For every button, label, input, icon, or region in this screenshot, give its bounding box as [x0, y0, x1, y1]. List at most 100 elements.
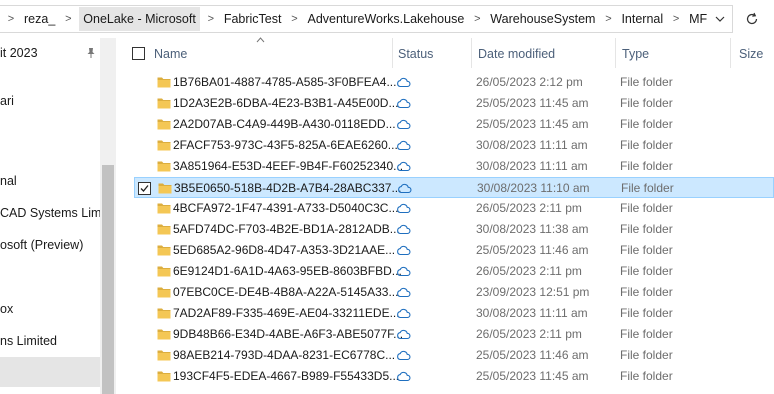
breadcrumb-item[interactable]: Internal	[619, 12, 665, 26]
chevron-down-icon	[715, 16, 725, 22]
file-row[interactable]: 6E9124D1-6A1D-4A63-95EB-8603BFBD... 26/0…	[134, 261, 774, 282]
breadcrumb[interactable]: > reza_ > OneLake - Microsoft > FabricTe…	[0, 5, 733, 33]
file-row[interactable]: 4BCFA972-1F47-4391-A733-D5040C3C... 26/0…	[134, 198, 774, 219]
date-modified: 30/08/2023 11:11 am	[476, 138, 588, 152]
date-modified: 25/05/2023 11:45 am	[476, 117, 589, 131]
file-row[interactable]: 1B76BA01-4887-4785-A585-3F0BFEA4... 26/0…	[134, 72, 774, 93]
file-type: File folder	[621, 181, 674, 195]
folder-icon	[157, 77, 171, 88]
file-name[interactable]: 1D2A3E2B-6DBA-4E23-B3B1-A45E00D...	[173, 96, 398, 110]
file-name[interactable]: 7AD2AF89-F335-469E-AE04-33211EDE...	[173, 306, 400, 320]
file-row[interactable]: 5AFD74DC-F703-4B2E-BD1A-2812ADB... 30/08…	[134, 219, 774, 240]
folder-icon	[157, 224, 171, 235]
refresh-icon	[746, 12, 758, 25]
file-name[interactable]: 07EBC0CE-DE4B-4B8A-A22A-5145A33...	[173, 285, 398, 299]
file-type: File folder	[620, 369, 673, 383]
breadcrumb-segments: > reza_ > OneLake - Microsoft > FabricTe…	[0, 6, 709, 32]
cloud-icon	[397, 77, 411, 88]
chevron-right-icon: >	[65, 13, 72, 25]
cloud-icon	[397, 287, 411, 298]
file-row[interactable]: 2A2D07AB-C4A9-449B-A430-0118EDD... 25/05…	[134, 114, 774, 135]
file-type: File folder	[620, 306, 673, 320]
file-name[interactable]: 1B76BA01-4887-4785-A585-3F0BFEA4...	[173, 75, 396, 89]
file-type: File folder	[620, 264, 673, 278]
nav-item[interactable]: it 2023	[0, 46, 38, 60]
column-header: Name Status Date modified Type Size	[116, 38, 774, 68]
column-type[interactable]: Type	[622, 47, 649, 61]
row-checkbox[interactable]	[138, 182, 151, 195]
file-row[interactable]: 3A851964-E53D-4EEF-9B4F-F60252340... 30/…	[134, 156, 774, 177]
breadcrumb-item[interactable]: reza_	[22, 12, 57, 26]
column-divider[interactable]	[392, 38, 393, 68]
cloud-icon	[397, 119, 411, 130]
folder-icon	[157, 161, 171, 172]
sidebar-scrollbar-thumb[interactable]	[102, 165, 114, 394]
breadcrumb-item[interactable]: WarehouseSystem	[488, 12, 597, 26]
file-row[interactable]: 07EBC0CE-DE4B-4B8A-A22A-5145A33... 23/09…	[134, 282, 774, 303]
nav-item[interactable]: osoft (Preview)	[0, 238, 83, 252]
nav-item-selected[interactable]	[0, 357, 100, 387]
cloud-icon	[397, 140, 411, 151]
file-name[interactable]: 3B5E0650-518B-4D2B-A7B4-28ABC337...	[174, 181, 401, 195]
breadcrumb-item[interactable]: OneLake - Microsoft	[79, 7, 200, 31]
chevron-right-icon: >	[207, 13, 215, 25]
file-row[interactable]: 5ED685A2-96D8-4D47-A353-3D21AAE... 25/05…	[134, 240, 774, 261]
column-status[interactable]: Status	[398, 47, 433, 61]
file-row[interactable]: 9DB48B66-E34D-4ABE-A6F3-ABE5077F... 26/0…	[134, 324, 774, 345]
navigation-pane: it 2023 ari nal CAD Systems Limit osoft …	[0, 38, 116, 394]
column-divider[interactable]	[615, 38, 616, 68]
file-row[interactable]: 193CF4F5-EDEA-4667-B989-F55433D5... 25/0…	[134, 366, 774, 387]
column-size[interactable]: Size	[739, 47, 763, 61]
file-type: File folder	[620, 285, 673, 299]
address-history-button[interactable]	[707, 5, 733, 33]
cloud-icon	[397, 245, 411, 256]
file-name[interactable]: 98AEB214-793D-4DAA-8231-EC6778C...	[173, 348, 395, 362]
file-name[interactable]: 3A851964-E53D-4EEF-9B4F-F60252340...	[173, 159, 403, 173]
file-name[interactable]: 6E9124D1-6A1D-4A63-95EB-8603BFBD...	[173, 264, 402, 278]
date-modified: 30/08/2023 11:11 am	[476, 159, 588, 173]
date-modified: 30/08/2023 11:11 am	[476, 306, 588, 320]
folder-icon	[158, 183, 172, 194]
pin-icon[interactable]	[86, 47, 96, 59]
address-bar: > reza_ > OneLake - Microsoft > FabricTe…	[0, 0, 774, 38]
file-type: File folder	[620, 201, 673, 215]
file-name[interactable]: 4BCFA972-1F47-4391-A733-D5040C3C...	[173, 201, 398, 215]
breadcrumb-item[interactable]: MF	[687, 12, 709, 26]
file-row[interactable]: 1D2A3E2B-6DBA-4E23-B3B1-A45E00D... 25/05…	[134, 93, 774, 114]
chevron-right-icon: >	[7, 13, 15, 25]
file-name[interactable]: 5AFD74DC-F703-4B2E-BD1A-2812ADB...	[173, 222, 400, 236]
file-row[interactable]: 98AEB214-793D-4DAA-8231-EC6778C... 25/05…	[134, 345, 774, 366]
column-name[interactable]: Name	[154, 47, 187, 61]
date-modified: 26/05/2023 2:11 pm	[476, 327, 582, 341]
column-divider[interactable]	[471, 38, 472, 68]
file-name[interactable]: 193CF4F5-EDEA-4667-B989-F55433D5...	[173, 369, 399, 383]
file-name[interactable]: 2A2D07AB-C4A9-449B-A430-0118EDD...	[173, 117, 396, 131]
cloud-icon	[397, 329, 411, 340]
cloud-icon	[397, 371, 411, 382]
file-name[interactable]: 9DB48B66-E34D-4ABE-A6F3-ABE5077F...	[173, 327, 403, 341]
file-type: File folder	[620, 96, 673, 110]
breadcrumb-item[interactable]: AdventureWorks.Lakehouse	[305, 12, 466, 26]
nav-item[interactable]: ari	[0, 94, 14, 108]
cloud-icon	[397, 203, 411, 214]
file-name[interactable]: 2FACF753-973C-43F5-825A-6EAE6260...	[173, 138, 398, 152]
file-row[interactable]: 7AD2AF89-F335-469E-AE04-33211EDE... 30/0…	[134, 303, 774, 324]
date-modified: 30/08/2023 11:38 am	[476, 222, 589, 236]
folder-icon	[157, 287, 171, 298]
file-type: File folder	[620, 327, 673, 341]
column-divider[interactable]	[730, 38, 731, 68]
nav-item[interactable]: nal	[0, 174, 17, 188]
file-row[interactable]: 2FACF753-973C-43F5-825A-6EAE6260... 30/0…	[134, 135, 774, 156]
date-modified: 26/05/2023 2:11 pm	[476, 201, 582, 215]
column-date-modified[interactable]: Date modified	[478, 47, 555, 61]
breadcrumb-item[interactable]: FabricTest	[222, 12, 284, 26]
nav-item[interactable]: ns Limited	[0, 334, 57, 348]
cloud-icon	[397, 266, 411, 277]
file-type: File folder	[620, 243, 673, 257]
nav-item[interactable]: CAD Systems Limit	[0, 206, 108, 220]
nav-item[interactable]: ox	[0, 302, 13, 316]
date-modified: 25/05/2023 11:46 am	[476, 243, 589, 257]
file-row[interactable]: 3B5E0650-518B-4D2B-A7B4-28ABC337... 30/0…	[134, 177, 774, 198]
refresh-button[interactable]	[738, 5, 766, 33]
file-name[interactable]: 5ED685A2-96D8-4D47-A353-3D21AAE...	[173, 243, 395, 257]
